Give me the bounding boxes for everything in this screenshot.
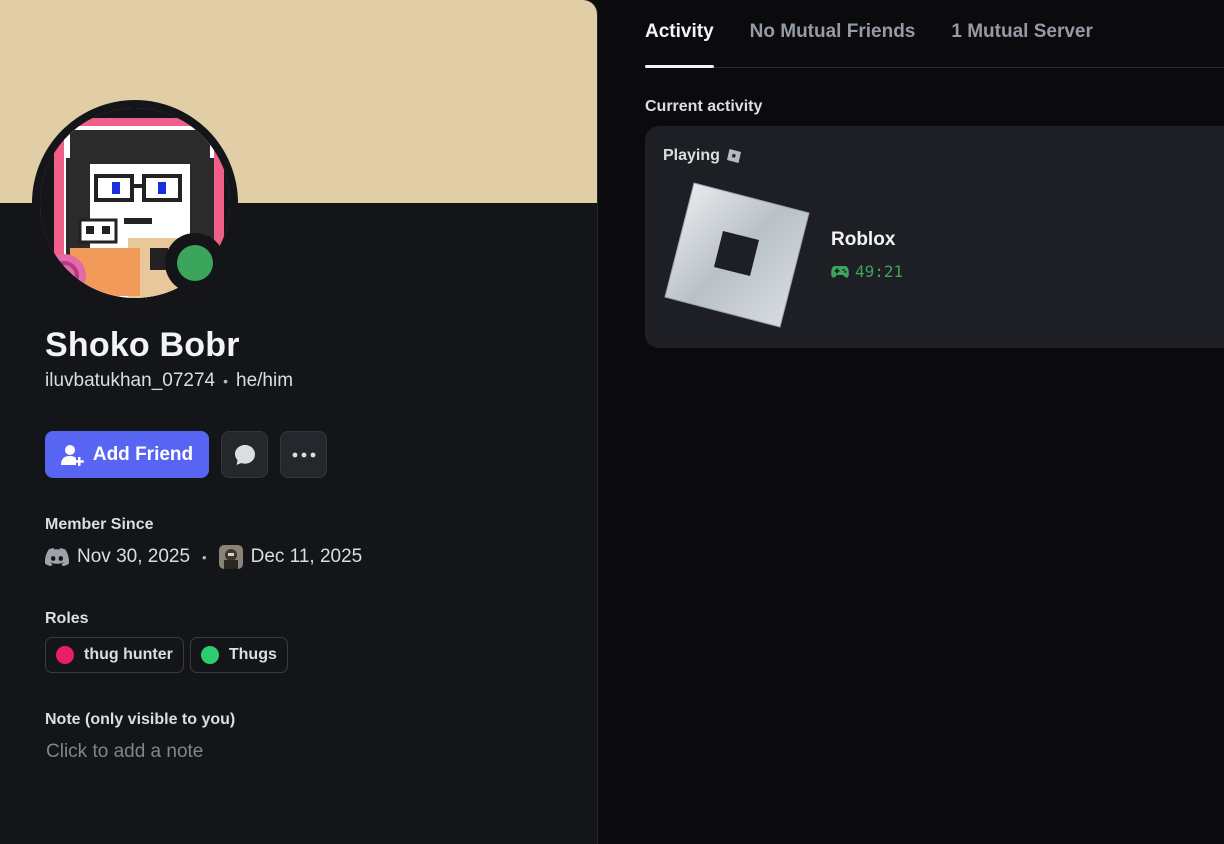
separator-dot: • xyxy=(223,373,228,389)
username[interactable]: iluvbatukhan_07274 xyxy=(45,370,215,392)
profile-tabs: Activity No Mutual Friends 1 Mutual Serv… xyxy=(645,0,1224,68)
role-color-dot xyxy=(200,646,219,664)
activity-panel: Activity No Mutual Friends 1 Mutual Serv… xyxy=(598,0,1224,844)
more-options-button[interactable] xyxy=(280,431,327,478)
profile-panel: Shoko Bobr iluvbatukhan_07274 • he/him A… xyxy=(0,0,598,844)
add-user-icon xyxy=(60,444,84,466)
online-status-indicator xyxy=(165,233,225,293)
activity-card[interactable]: Playing Roblox 49:21 xyxy=(645,126,1224,348)
message-button[interactable] xyxy=(221,431,268,478)
discord-logo-icon xyxy=(45,548,69,566)
separator-dot: • xyxy=(202,549,207,565)
member-since-label: Member Since xyxy=(45,516,154,533)
role-name: Thugs xyxy=(228,646,277,663)
role-pill[interactable]: thug hunter xyxy=(45,637,184,673)
note-input[interactable]: Click to add a note xyxy=(46,741,203,763)
display-name: Shoko Bobr xyxy=(45,326,240,364)
roblox-game-icon xyxy=(664,182,810,328)
tab-mutual-friends[interactable]: No Mutual Friends xyxy=(750,0,916,67)
username-line: iluvbatukhan_07274 • he/him xyxy=(45,370,293,392)
server-join-date: Dec 11, 2025 xyxy=(250,546,363,567)
role-pill[interactable]: Thugs xyxy=(189,637,288,673)
roblox-small-icon xyxy=(726,149,741,163)
game-name: Roblox xyxy=(831,229,896,250)
role-name: thug hunter xyxy=(84,646,173,663)
playing-label: Playing xyxy=(663,147,720,164)
member-since-dates: Nov 30, 2025 • Dec 11, 2025 xyxy=(45,545,362,569)
controller-icon xyxy=(831,265,849,278)
role-color-dot xyxy=(56,646,74,664)
add-friend-label: Add Friend xyxy=(92,443,194,465)
ellipsis-icon xyxy=(292,452,315,457)
roles-label: Roles xyxy=(45,610,89,627)
activity-timer: 49:21 xyxy=(831,262,903,281)
pronouns: he/him xyxy=(236,370,294,391)
elapsed-time: 49:21 xyxy=(855,262,904,281)
note-label: Note (only visible to you) xyxy=(45,711,236,728)
server-icon xyxy=(218,545,243,569)
add-friend-button[interactable]: Add Friend xyxy=(45,431,209,478)
discord-join-date: Nov 30, 2025 xyxy=(77,546,191,567)
current-activity-label: Current activity xyxy=(645,98,763,115)
activity-type: Playing xyxy=(663,147,742,165)
tab-mutual-servers[interactable]: 1 Mutual Server xyxy=(951,0,1093,67)
roles-list: thug hunter Thugs xyxy=(45,637,288,673)
chat-bubble-icon xyxy=(234,444,255,465)
status-dot xyxy=(177,245,213,281)
tab-activity[interactable]: Activity xyxy=(645,0,714,68)
